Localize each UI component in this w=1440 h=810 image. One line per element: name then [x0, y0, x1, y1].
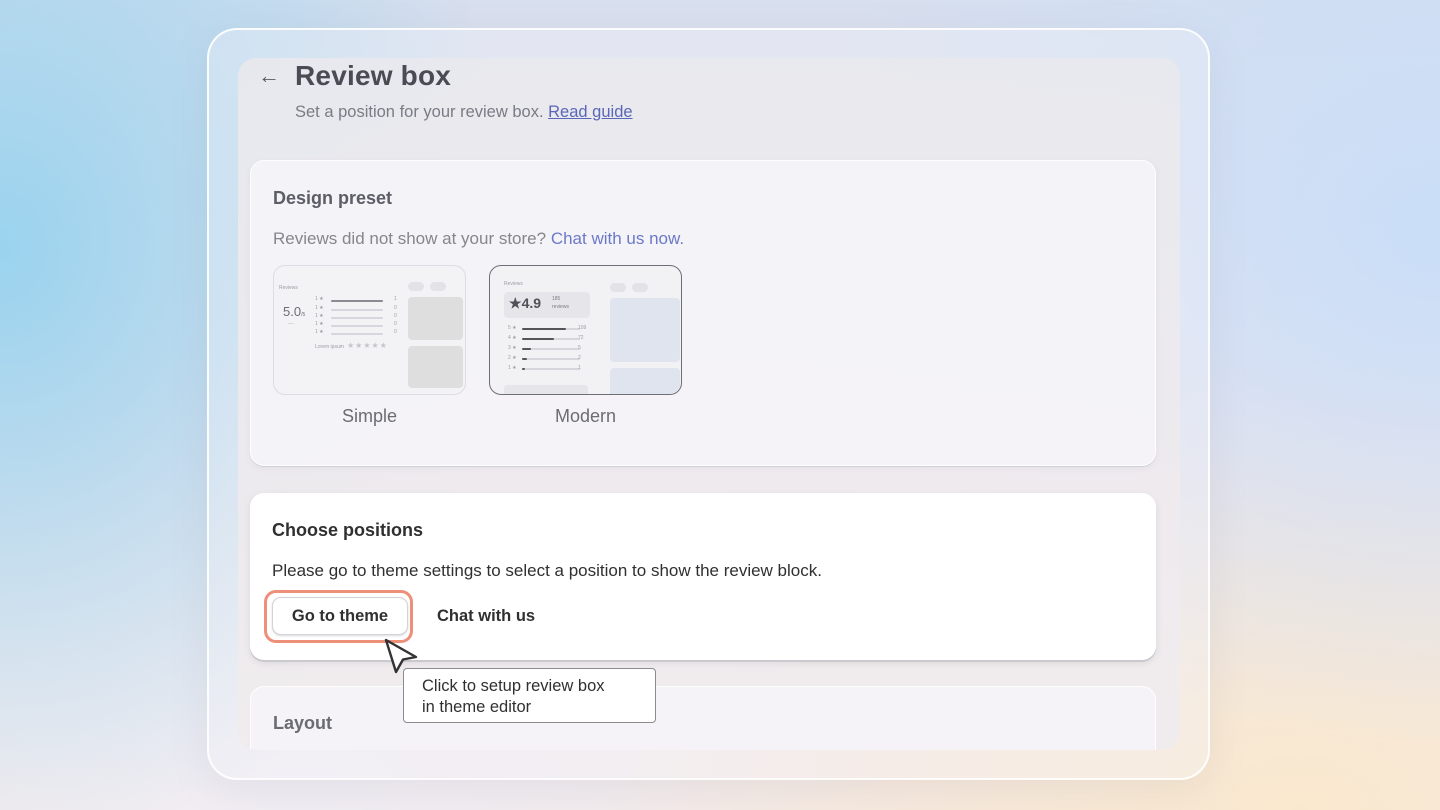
thumb-bar — [331, 309, 383, 311]
preset-modern-thumbnail: Reviews ★4.9 185 reviews 5 ★ 109 4 ★ 72 3 ★ 5… — [489, 265, 682, 395]
page-subtitle: Set a position for your review box. Read… — [295, 103, 633, 122]
hint-text: Reviews did not show at your store? — [273, 229, 547, 248]
thumb-heading: Reviews — [279, 285, 298, 291]
thumb-pill — [610, 283, 626, 292]
preset-simple-label: Simple — [341, 406, 398, 426]
preset-modern[interactable]: Reviews ★4.9 185 reviews 5 ★ 109 4 ★ 72 3 ★ 5… — [489, 265, 682, 427]
thumb-row-fill — [522, 368, 525, 370]
thumb-row-fill — [522, 348, 531, 350]
choose-positions-description: Please go to theme settings to select a … — [272, 561, 822, 580]
thumb-image-placeholder — [610, 298, 680, 362]
preset-modern-label: Modern — [554, 406, 617, 426]
thumb-row-count: 5 — [578, 345, 581, 351]
thumb-pill — [430, 282, 446, 291]
thumb-image-placeholder — [408, 346, 463, 388]
subtitle-text: Set a position for your review box. — [295, 103, 544, 121]
preset-simple[interactable]: Reviews 5.0/5 ── 1 ★ 1 ★ 1 ★ 1 ★ 1 ★ 1 0… — [273, 265, 466, 427]
go-to-theme-button[interactable]: Go to theme — [272, 597, 408, 635]
thumb-bar-fill — [331, 300, 383, 302]
back-arrow-icon[interactable]: ← — [258, 63, 280, 88]
thumb-row-count: 2 — [578, 355, 581, 361]
thumb-row-label: 1 ★ — [508, 365, 517, 371]
layout-card: Layout — [250, 686, 1156, 750]
thumb-row-fill — [522, 338, 554, 340]
tooltip: Click to setup review box in theme edito… — [403, 668, 656, 723]
chat-with-us-button[interactable]: Chat with us — [425, 597, 547, 635]
thumb-bar — [331, 325, 383, 327]
design-preset-hint: Reviews did not show at your store? Chat… — [273, 229, 684, 249]
thumb-row-count: 109 — [578, 325, 587, 331]
thumb-row-fill — [522, 358, 527, 360]
tooltip-line-1: Click to setup review box — [422, 677, 605, 695]
thumb-row-track — [522, 368, 580, 370]
thumb-heading: Reviews — [504, 281, 523, 287]
thumb-row-label: 2 ★ — [508, 355, 517, 361]
review-box-settings-page: ← Review box Set a position for your rev… — [238, 58, 1180, 750]
design-preset-card: Design preset Reviews did not show at yo… — [250, 160, 1156, 466]
page-title: Review box — [295, 60, 452, 91]
layout-title: Layout — [273, 713, 333, 733]
thumb-row-count: 1 — [578, 365, 581, 371]
thumb-image-placeholder — [408, 297, 463, 340]
thumb-stars: ★★★★★ — [347, 341, 388, 350]
thumb-image-placeholder — [610, 368, 680, 394]
choose-positions-card: Choose positions Please go to theme sett… — [250, 493, 1156, 660]
thumb-rating: ★4.9 — [509, 295, 542, 311]
thumb-row-label: 3 ★ — [508, 345, 517, 351]
design-preset-title: Design preset — [273, 188, 393, 208]
thumb-pill — [632, 283, 648, 292]
read-guide-link[interactable]: Read guide — [548, 103, 632, 121]
thumb-row-track — [522, 358, 580, 360]
tooltip-line-2: in theme editor — [422, 698, 532, 716]
preset-simple-thumbnail: Reviews 5.0/5 ── 1 ★ 1 ★ 1 ★ 1 ★ 1 ★ 1 0… — [273, 265, 466, 395]
thumb-row-count: 72 — [578, 335, 584, 341]
choose-positions-title: Choose positions — [272, 520, 424, 540]
thumb-bar — [331, 317, 383, 319]
chat-with-us-now-link[interactable]: Chat with us now. — [551, 229, 684, 248]
thumb-row-fill — [522, 328, 566, 330]
thumb-row-label: 5 ★ — [508, 325, 517, 331]
thumb-row-label: 4 ★ — [508, 335, 517, 341]
thumb-rating: 5.0/5 — [283, 304, 306, 319]
thumb-button-placeholder — [504, 385, 588, 394]
thumb-pill — [408, 282, 424, 291]
thumb-row-track — [522, 348, 580, 350]
thumb-bar — [331, 333, 383, 335]
